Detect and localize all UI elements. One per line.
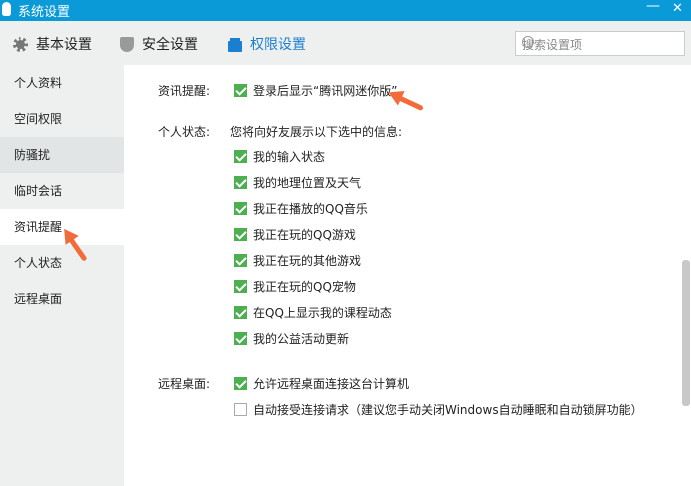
checkbox-icon <box>234 228 247 241</box>
allow-remote-checkbox[interactable]: 允许远程桌面连接这台计算机 <box>234 375 409 392</box>
checkbox-icon <box>234 176 247 189</box>
option-label: 我正在玩的QQ游戏 <box>253 228 356 242</box>
option-label: 在QQ上显示我的课程动态 <box>253 306 392 320</box>
checkbox-icon <box>234 254 247 267</box>
checkbox-icon <box>234 377 247 390</box>
shield-icon <box>120 36 134 52</box>
toolbar: 基本设置 安全设置 权限设置 搜索设置项 <box>0 21 691 65</box>
option-label: 我的地理位置及天气 <box>253 176 362 190</box>
qq-logo-icon <box>2 2 11 16</box>
close-button[interactable]: ✕ <box>672 1 683 16</box>
sidebar-item-anti-harassment[interactable]: 防骚扰 <box>0 137 124 173</box>
status-option-checkbox[interactable]: 我正在玩的QQ游戏 <box>234 226 356 243</box>
sidebar-item-profile[interactable]: 个人资料 <box>0 65 124 101</box>
sidebar: 个人资料 空间权限 防骚扰 临时会话 资讯提醒 个人状态 远程桌面 <box>0 65 124 486</box>
option-label: 我正在播放的QQ音乐 <box>253 202 368 216</box>
option-label: 我正在玩的QQ宠物 <box>253 280 356 294</box>
status-option-checkbox[interactable]: 我正在玩的QQ宠物 <box>234 278 356 295</box>
search-input[interactable]: 搜索设置项 <box>515 31 685 56</box>
title-bar: 系统设置 — ✕ <box>0 0 691 21</box>
option-label: 自动接受连接请求（建议您手动关闭Windows自动睡眠和自动锁屏功能） <box>253 403 643 417</box>
checkbox-icon <box>234 280 247 293</box>
remote-label: 远程桌面: <box>158 377 211 391</box>
window-title: 系统设置 <box>18 5 71 20</box>
status-description: 您将向好友展示以下选中的信息: <box>230 125 403 139</box>
sidebar-item-temp-chat[interactable]: 临时会话 <box>0 173 124 209</box>
lock-icon <box>228 41 242 52</box>
news-mini-checkbox[interactable]: 登录后显示“腾讯网迷你版” <box>234 82 397 99</box>
option-label: 登录后显示“腾讯网迷你版” <box>253 84 398 98</box>
option-label: 我的公益活动更新 <box>253 332 350 346</box>
checkbox-icon <box>234 403 247 416</box>
status-option-checkbox[interactable]: 我的输入状态 <box>234 148 325 165</box>
scrollbar[interactable] <box>682 260 690 406</box>
status-option-checkbox[interactable]: 在QQ上显示我的课程动态 <box>234 304 392 321</box>
status-option-checkbox[interactable]: 我正在玩的其他游戏 <box>234 252 361 269</box>
option-label: 我的输入状态 <box>253 150 326 164</box>
status-option-checkbox[interactable]: 我的公益活动更新 <box>234 330 349 347</box>
minimize-button[interactable]: — <box>646 0 660 14</box>
settings-panel: 资讯提醒: 登录后显示“腾讯网迷你版” 个人状态: 您将向好友展示以下选中的信息… <box>124 65 691 486</box>
news-label: 资讯提醒: <box>158 84 211 98</box>
option-label: 允许远程桌面连接这台计算机 <box>253 377 410 391</box>
tab-label: 安全设置 <box>142 37 198 53</box>
checkbox-icon <box>234 84 247 97</box>
tab-label: 权限设置 <box>250 37 306 53</box>
sidebar-item-personal-status[interactable]: 个人状态 <box>0 245 124 281</box>
tab-basic-settings[interactable]: 基本设置 <box>13 34 92 54</box>
checkbox-icon <box>234 150 247 163</box>
sidebar-item-remote-desktop[interactable]: 远程桌面 <box>0 281 124 317</box>
sidebar-item-space-permissions[interactable]: 空间权限 <box>0 101 124 137</box>
option-label: 我正在玩的其他游戏 <box>253 254 362 268</box>
status-option-checkbox[interactable]: 我正在播放的QQ音乐 <box>234 200 368 217</box>
tab-security-settings[interactable]: 安全设置 <box>120 34 198 54</box>
checkbox-icon <box>234 332 247 345</box>
checkbox-icon <box>234 306 247 319</box>
search-icon[interactable] <box>522 36 534 48</box>
tab-permission-settings[interactable]: 权限设置 <box>228 34 306 54</box>
status-label: 个人状态: <box>158 125 211 139</box>
checkbox-icon <box>234 202 247 215</box>
gear-icon <box>13 36 28 52</box>
status-option-checkbox[interactable]: 我的地理位置及天气 <box>234 174 361 191</box>
tab-label: 基本设置 <box>36 37 92 53</box>
auto-accept-checkbox[interactable]: 自动接受连接请求（建议您手动关闭Windows自动睡眠和自动锁屏功能） <box>234 401 643 418</box>
